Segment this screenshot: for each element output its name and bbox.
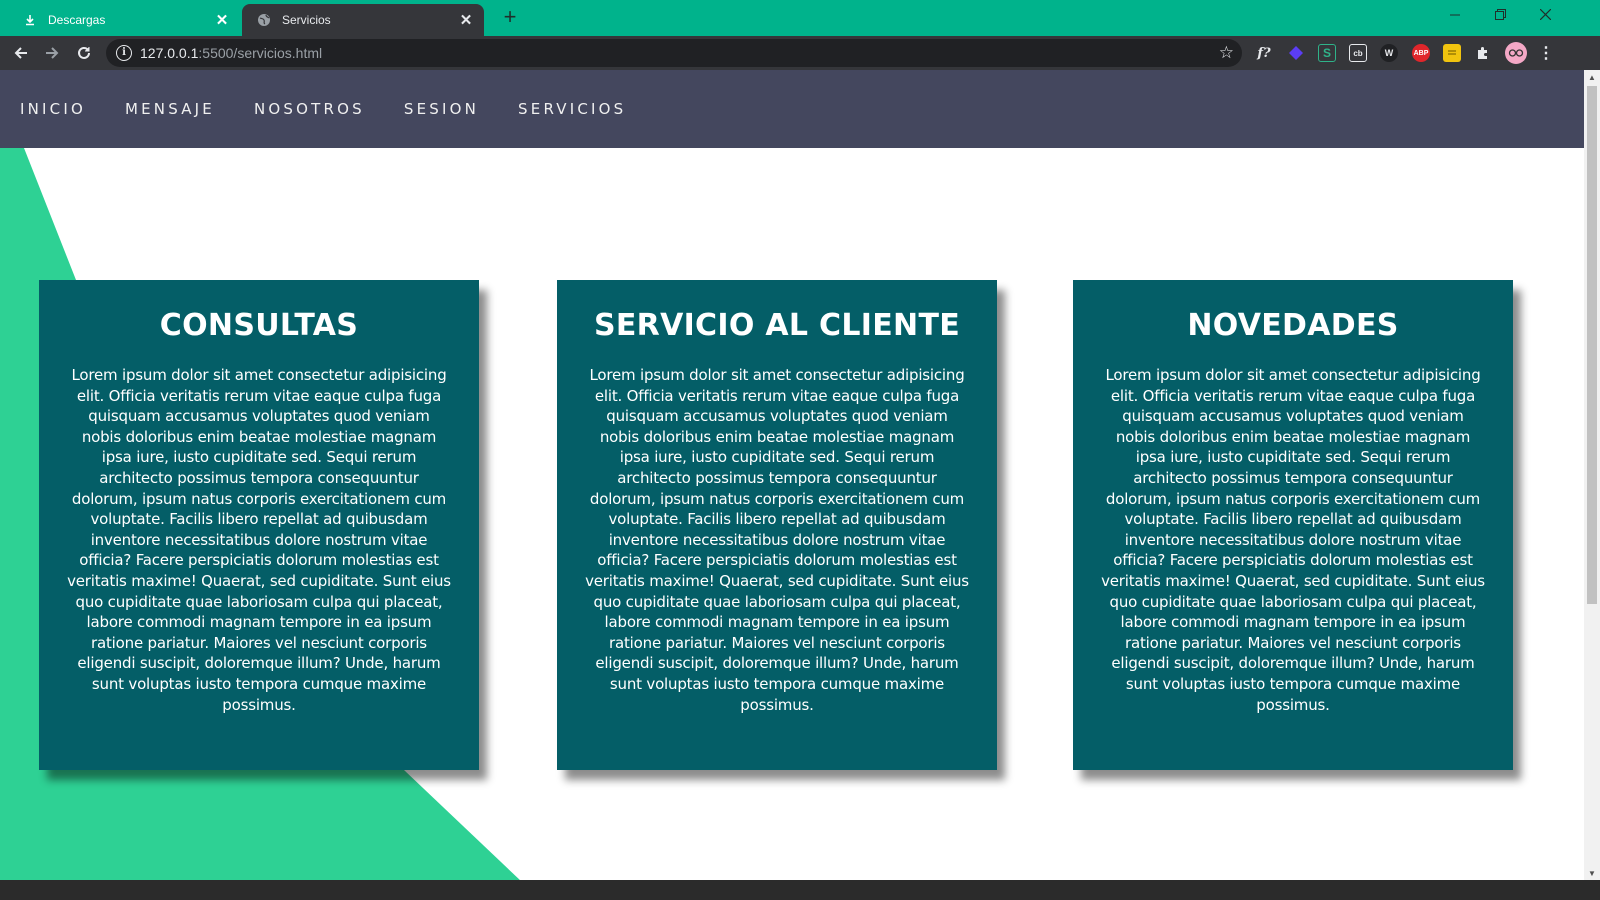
browser-toolbar: i 127.0.0.1 :5500/servicios.html ☆ f? S … [0, 36, 1600, 70]
nav-item-nosotros[interactable]: NOSOTROS [254, 100, 365, 118]
card-title: CONSULTAS [159, 308, 359, 343]
card-title: SERVICIO AL CLIENTE [593, 308, 961, 343]
tab-title: Descargas [48, 13, 106, 27]
card-title: NOVEDADES [1187, 308, 1399, 343]
accent-shape-top [0, 148, 76, 280]
close-icon[interactable]: ✕ [456, 10, 476, 30]
new-tab-button[interactable]: + [498, 6, 522, 30]
s-icon[interactable]: S [1318, 44, 1336, 62]
formula-icon[interactable]: f? [1255, 44, 1273, 62]
browser-tabstrip: Descargas ✕ Servicios ✕ + [0, 0, 1600, 36]
card-body: Lorem ipsum dolor sit amet consectetur a… [585, 366, 969, 714]
w-icon[interactable]: W [1380, 44, 1398, 62]
restore-icon[interactable] [1486, 4, 1514, 26]
avatar[interactable] [1505, 42, 1527, 64]
nav-item-mensaje[interactable]: MENSAJE [125, 100, 215, 118]
scroll-up-arrow-icon[interactable]: ▲ [1584, 70, 1600, 86]
minimize-icon[interactable] [1441, 4, 1469, 26]
url-host: 127.0.0.1 [140, 45, 199, 61]
puzzle-icon[interactable] [1474, 44, 1492, 62]
download-icon [22, 12, 38, 28]
cb-icon[interactable]: cb [1349, 44, 1367, 62]
card-novedades: NOVEDADES Lorem ipsum dolor sit amet con… [1073, 280, 1513, 770]
url-path: :5500/servicios.html [198, 45, 323, 61]
close-icon[interactable]: ✕ [212, 10, 232, 30]
card-body: Lorem ipsum dolor sit amet consectetur a… [1101, 366, 1485, 714]
note-icon[interactable] [1443, 44, 1461, 62]
reload-icon[interactable] [72, 41, 96, 65]
tab-descargas[interactable]: Descargas ✕ [8, 4, 240, 36]
bookmark-star-icon[interactable]: ☆ [1219, 43, 1234, 63]
card-body: Lorem ipsum dolor sit amet consectetur a… [67, 366, 451, 714]
address-bar[interactable]: i 127.0.0.1 :5500/servicios.html ☆ [106, 39, 1242, 67]
tab-title: Servicios [282, 13, 331, 27]
back-arrow-icon[interactable] [9, 41, 33, 65]
main-navigation: INICIO MENSAJE NOSOTROS SESION SERVICIOS [0, 70, 1584, 148]
card-servicio-al-cliente: SERVICIO AL CLIENTE Lorem ipsum dolor si… [557, 280, 997, 770]
nav-item-servicios[interactable]: SERVICIOS [518, 100, 626, 118]
close-window-icon[interactable] [1531, 4, 1559, 26]
abp-icon[interactable]: ABP [1412, 44, 1430, 62]
accent-shape-left [0, 280, 40, 770]
nav-item-inicio[interactable]: INICIO [20, 100, 86, 118]
info-icon[interactable]: i [116, 45, 132, 61]
nav-item-sesion[interactable]: SESION [404, 100, 479, 118]
gem-icon[interactable] [1287, 44, 1305, 62]
taskbar-edge [0, 880, 1600, 900]
forward-arrow-icon[interactable] [40, 41, 64, 65]
card-consultas: CONSULTAS Lorem ipsum dolor sit amet con… [39, 280, 479, 770]
scrollbar-thumb[interactable] [1587, 86, 1597, 604]
globe-icon [256, 12, 272, 28]
accent-shape-bottom [0, 770, 522, 882]
more-menu-icon[interactable]: ⋮ [1537, 44, 1555, 62]
tab-servicios[interactable]: Servicios ✕ [242, 4, 484, 36]
